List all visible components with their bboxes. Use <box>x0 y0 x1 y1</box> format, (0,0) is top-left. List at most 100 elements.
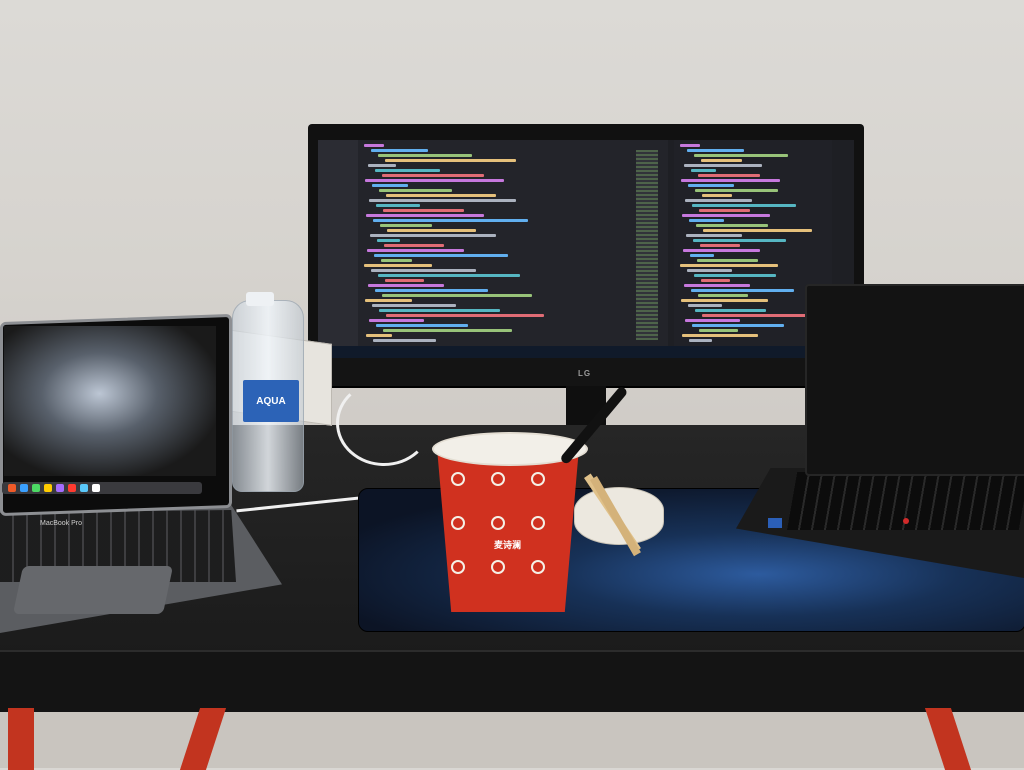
macbook-trackpad <box>12 566 174 614</box>
monitor-brand-label: LG <box>578 369 592 378</box>
trackpoint <box>903 518 909 524</box>
code-line <box>685 199 752 202</box>
code-line <box>375 169 440 172</box>
code-line <box>691 289 794 292</box>
thinkpad-lid <box>805 284 1024 476</box>
code-line <box>692 204 796 207</box>
editor-sidebar <box>318 140 358 346</box>
code-line <box>702 314 810 317</box>
dock-app-icon <box>92 484 100 492</box>
code-line <box>383 329 512 332</box>
cup-pattern <box>451 560 465 574</box>
code-line <box>385 279 424 282</box>
code-line <box>688 184 734 187</box>
intel-sticker <box>768 518 782 528</box>
code-line <box>368 284 444 287</box>
code-line <box>680 144 700 147</box>
code-line <box>698 174 760 177</box>
code-line <box>375 289 488 292</box>
code-line <box>372 184 408 187</box>
code-line <box>368 164 396 167</box>
code-line <box>700 244 740 247</box>
code-line <box>386 194 496 197</box>
code-line <box>693 239 786 242</box>
code-line <box>684 164 762 167</box>
code-line <box>681 299 768 302</box>
code-line <box>385 159 516 162</box>
code-line <box>365 179 504 182</box>
code-line <box>701 159 742 162</box>
code-line <box>695 309 766 312</box>
code-line <box>699 209 750 212</box>
dock-app-icon <box>56 484 64 492</box>
code-line <box>687 269 732 272</box>
code-line <box>694 154 788 157</box>
code-line <box>382 174 484 177</box>
dock-app-icon <box>80 484 88 492</box>
code-line <box>377 239 400 242</box>
code-line <box>384 244 444 247</box>
cup-brand-text: 麦诗澜 <box>494 540 522 550</box>
bottle-label: AQUA <box>243 380 299 422</box>
code-line <box>369 319 424 322</box>
cup-pattern <box>491 560 505 574</box>
code-line <box>379 189 452 192</box>
code-line <box>380 224 432 227</box>
macbook-dock <box>2 482 202 494</box>
dock-app-icon <box>8 484 16 492</box>
code-line <box>369 199 516 202</box>
code-line <box>381 259 412 262</box>
bottle-cap <box>246 292 274 306</box>
code-line <box>684 284 750 287</box>
code-line <box>691 169 716 172</box>
dock-app-icon <box>68 484 76 492</box>
cup-pattern <box>451 472 465 486</box>
code-line <box>699 329 738 332</box>
code-line <box>374 254 508 257</box>
code-line <box>694 274 776 277</box>
code-line <box>387 229 476 232</box>
code-line <box>367 249 464 252</box>
code-line <box>681 179 780 182</box>
code-line <box>698 294 748 297</box>
code-line <box>373 339 436 342</box>
cup-pattern <box>531 560 545 574</box>
cup-pattern <box>451 516 465 530</box>
usb-cable <box>336 380 432 466</box>
code-line <box>697 259 758 262</box>
code-line <box>364 264 432 267</box>
code-line <box>376 324 468 327</box>
code-line <box>701 279 730 282</box>
code-line <box>689 339 712 342</box>
macbook-screen <box>4 326 216 476</box>
code-line <box>366 214 484 217</box>
code-line <box>690 254 714 257</box>
code-line <box>688 304 722 307</box>
code-line <box>372 304 456 307</box>
code-line <box>382 294 532 297</box>
code-line <box>689 219 724 222</box>
dock-app-icon <box>44 484 52 492</box>
cup-pattern <box>491 472 505 486</box>
code-line <box>371 269 476 272</box>
code-line <box>376 204 420 207</box>
code-line <box>378 154 472 157</box>
code-line <box>702 194 732 197</box>
cup-pattern <box>531 472 545 486</box>
code-line <box>364 144 384 147</box>
code-line <box>365 299 412 302</box>
code-line <box>370 234 496 237</box>
desk-leg <box>8 708 34 770</box>
code-line <box>371 149 428 152</box>
code-line <box>379 309 500 312</box>
code-line <box>682 214 770 217</box>
cup-pattern <box>531 516 545 530</box>
monitor-screen <box>318 140 854 358</box>
dock-app-icon <box>20 484 28 492</box>
dock-app-icon <box>32 484 40 492</box>
code-line <box>683 249 760 252</box>
code-line <box>686 234 742 237</box>
code-line <box>703 229 812 232</box>
code-line <box>680 264 778 267</box>
code-line <box>685 319 740 322</box>
